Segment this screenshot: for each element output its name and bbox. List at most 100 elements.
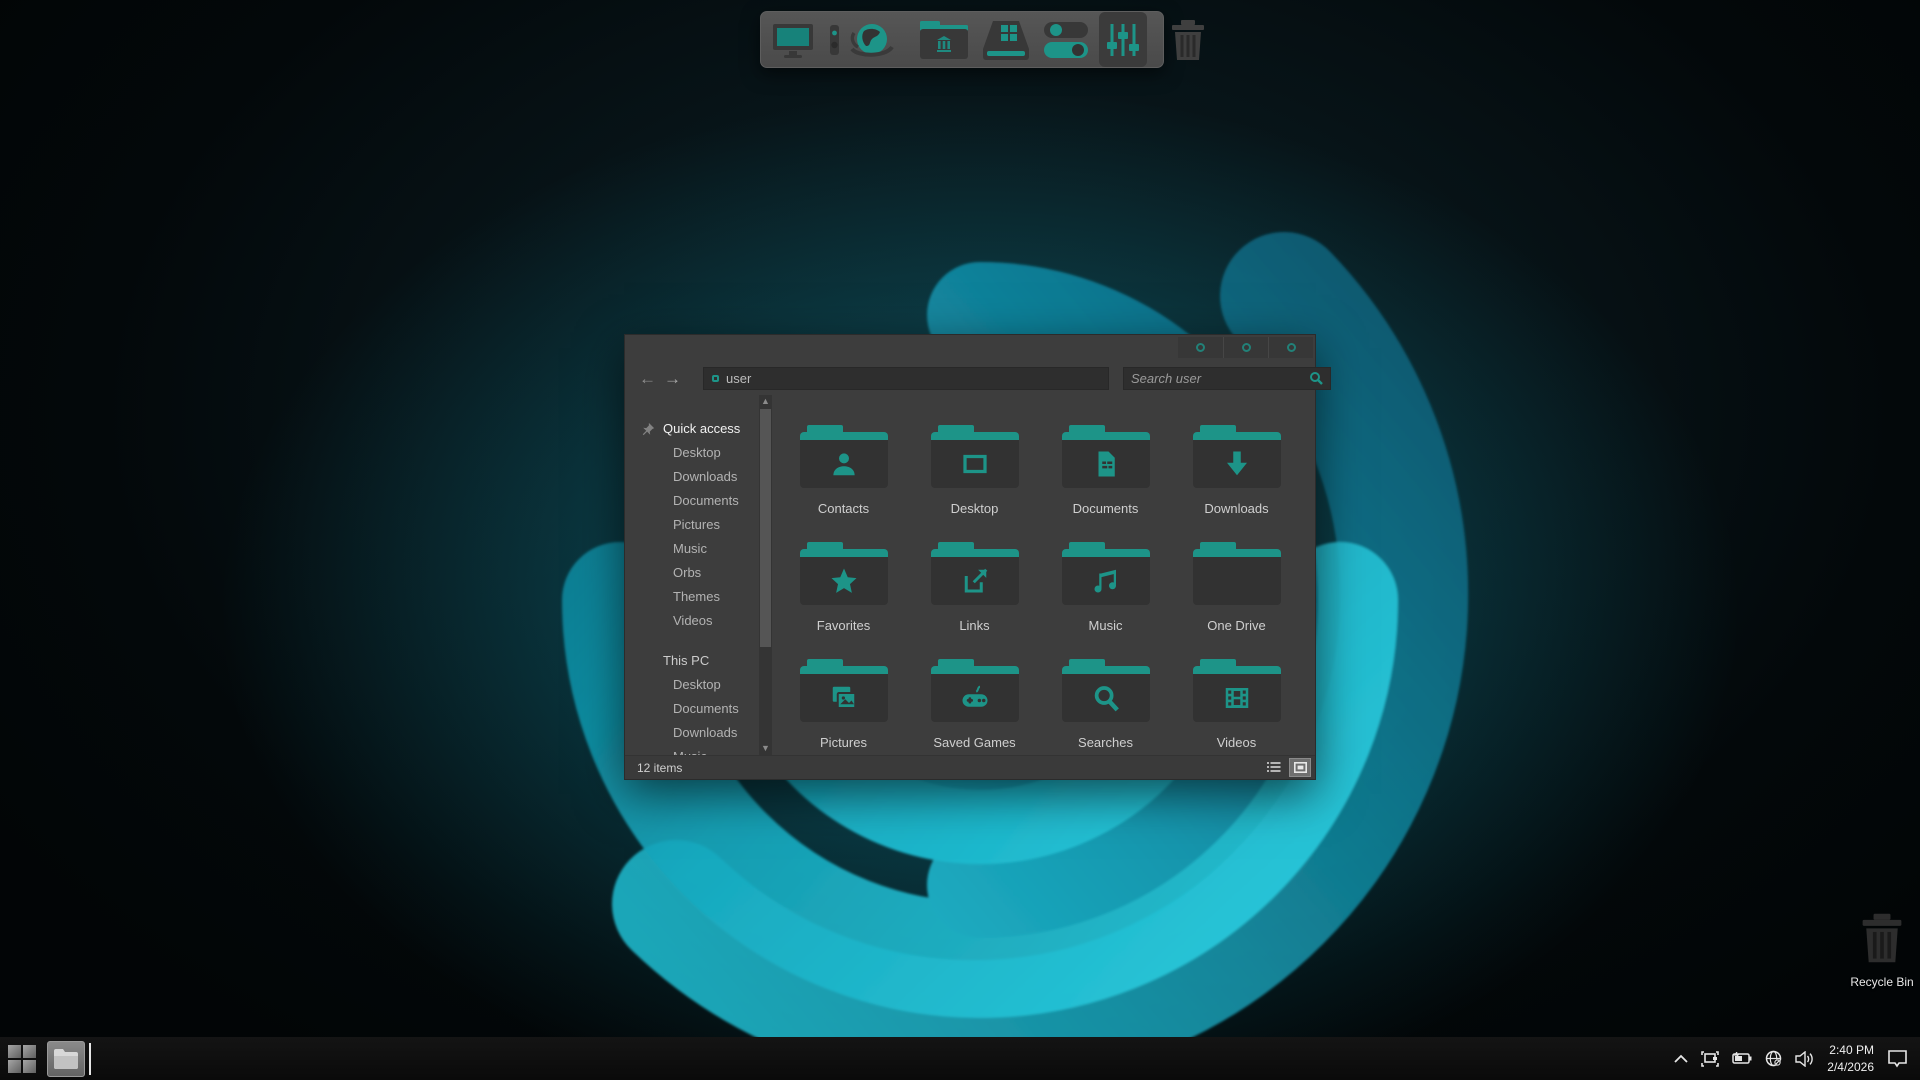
item-count: 12 items: [637, 760, 683, 775]
large-icons-view-icon: [1293, 762, 1307, 773]
trash-icon[interactable]: [1169, 12, 1207, 67]
folder-icon: [1061, 425, 1150, 488]
pictures-icon: [832, 686, 856, 709]
toggles-icon[interactable]: [1042, 12, 1090, 67]
library-folder-icon[interactable]: [918, 12, 970, 67]
clock-date: 2/4/2026: [1827, 1059, 1874, 1074]
folder-tile-links[interactable]: Links: [909, 530, 1040, 647]
forward-button[interactable]: →: [664, 370, 681, 387]
folder-tile-documents[interactable]: Documents: [1040, 413, 1171, 530]
close-icon: [1286, 343, 1296, 352]
system-drive-icon[interactable]: [979, 12, 1033, 67]
folder-icon: [799, 542, 888, 605]
sidebar-item-pc-documents[interactable]: Documents: [625, 697, 772, 721]
folder-tile-downloads[interactable]: Downloads: [1171, 413, 1302, 530]
folder-tile-music[interactable]: Music: [1040, 530, 1171, 647]
taskbar-file-explorer-button[interactable]: [47, 1040, 85, 1077]
sidebar-item-this-pc[interactable]: This PC: [625, 649, 772, 673]
music-note-icon: [1094, 569, 1116, 593]
speaker-icon[interactable]: [830, 12, 839, 67]
sidebar-item-pictures[interactable]: Pictures: [625, 513, 772, 537]
search-input[interactable]: [1131, 370, 1309, 386]
equalizer-icon[interactable]: [1099, 12, 1147, 67]
sidebar-item-videos[interactable]: Videos: [625, 609, 772, 633]
scrollbar-thumb[interactable]: [760, 409, 771, 647]
sidebar-item-music[interactable]: Music: [625, 537, 772, 561]
action-center-icon[interactable]: [1887, 1049, 1908, 1068]
maximize-icon: [1241, 343, 1251, 352]
active-app-divider: [89, 1042, 91, 1075]
sidebar-item-documents[interactable]: Documents: [625, 489, 772, 513]
battery-icon[interactable]: [1732, 1052, 1752, 1065]
close-button[interactable]: [1268, 337, 1313, 358]
sidebar-item-desktop[interactable]: Desktop: [625, 441, 772, 465]
chevron-up-icon[interactable]: [1674, 1054, 1688, 1063]
folder-tile-desktop[interactable]: Desktop: [909, 413, 1040, 530]
search-icon: [1310, 372, 1323, 385]
taskbar-clock[interactable]: 2:40 PM 2/4/2026: [1827, 1042, 1874, 1074]
titlebar[interactable]: [625, 335, 1315, 361]
sidebar-item-orbs[interactable]: Orbs: [625, 561, 772, 585]
sidebar-scrollbar[interactable]: ▲ ▼: [759, 395, 772, 755]
minimize-button[interactable]: [1178, 337, 1223, 358]
list-view-icon: [1267, 761, 1281, 772]
download-arrow-icon: [1226, 451, 1247, 476]
navigation-toolbar: ← →: [625, 361, 1331, 395]
volume-icon[interactable]: [1795, 1050, 1814, 1067]
film-icon: [1225, 688, 1248, 708]
sidebar-item-themes[interactable]: Themes: [625, 585, 772, 609]
search-box[interactable]: [1123, 366, 1331, 390]
recycle-bin-label: Recycle Bin: [1850, 975, 1914, 989]
large-icons-view-button[interactable]: [1289, 758, 1311, 777]
taskbar: 2:40 PM 2/4/2026: [0, 1037, 1920, 1080]
maximize-button[interactable]: [1223, 337, 1268, 358]
share-icon: [964, 568, 987, 593]
display-icon[interactable]: [771, 12, 821, 67]
folder-icon: [930, 659, 1019, 722]
system-tray: 2:40 PM 2/4/2026: [1674, 1037, 1920, 1080]
folder-grid: Contacts Desktop Documents Downloads Fav…: [772, 395, 1315, 755]
minimize-icon: [1196, 343, 1205, 352]
folder-tile-pictures[interactable]: Pictures: [778, 647, 909, 764]
folder-icon: [930, 542, 1019, 605]
folder-icon: [1192, 659, 1281, 722]
back-button[interactable]: ←: [639, 370, 656, 387]
sidebar-item-pc-downloads[interactable]: Downloads: [625, 721, 772, 745]
file-explorer-window: ← → Quick access Desktop Downloads: [624, 334, 1331, 780]
sidebar: Quick access Desktop Downloads Documents…: [625, 395, 772, 764]
sidebar-item-downloads[interactable]: Downloads: [625, 465, 772, 489]
recycle-bin[interactable]: Recycle Bin: [1822, 912, 1920, 989]
cast-icon[interactable]: [1701, 1050, 1720, 1067]
folder-icon: [1061, 542, 1150, 605]
folder-icon: [799, 659, 888, 722]
folder-tile-saved-games[interactable]: Saved Games: [909, 647, 1040, 764]
windows-logo-icon: [8, 1044, 36, 1073]
star-icon: [831, 568, 856, 593]
top-dock: [760, 11, 1204, 68]
folder-icon: [1192, 542, 1281, 605]
start-button[interactable]: [3, 1040, 41, 1078]
folder-tile-searches[interactable]: Searches: [1040, 647, 1171, 764]
folder-icon: [1061, 659, 1150, 722]
gamepad-icon: [962, 685, 987, 707]
sidebar-item-pc-desktop[interactable]: Desktop: [625, 673, 772, 697]
folder-icon: [930, 425, 1019, 488]
document-icon: [1098, 451, 1115, 477]
folder-icon: [54, 1048, 78, 1069]
network-globe-icon[interactable]: [1765, 1050, 1782, 1067]
network-globe-icon[interactable]: [848, 12, 896, 67]
sidebar-item-quick-access[interactable]: Quick access: [625, 417, 772, 441]
list-view-button[interactable]: [1263, 758, 1285, 777]
scroll-down-icon[interactable]: ▼: [759, 742, 772, 755]
address-bar[interactable]: [703, 366, 1109, 390]
folder-icon: [799, 425, 888, 488]
scroll-up-icon[interactable]: ▲: [759, 395, 772, 408]
address-folder-icon: [712, 374, 719, 382]
address-input[interactable]: [726, 370, 1100, 386]
folder-tile-one-drive[interactable]: One Drive: [1171, 530, 1302, 647]
folder-tile-favorites[interactable]: Favorites: [778, 530, 909, 647]
folder-tile-contacts[interactable]: Contacts: [778, 413, 909, 530]
folder-tile-videos[interactable]: Videos: [1171, 647, 1302, 764]
person-icon: [832, 453, 855, 476]
